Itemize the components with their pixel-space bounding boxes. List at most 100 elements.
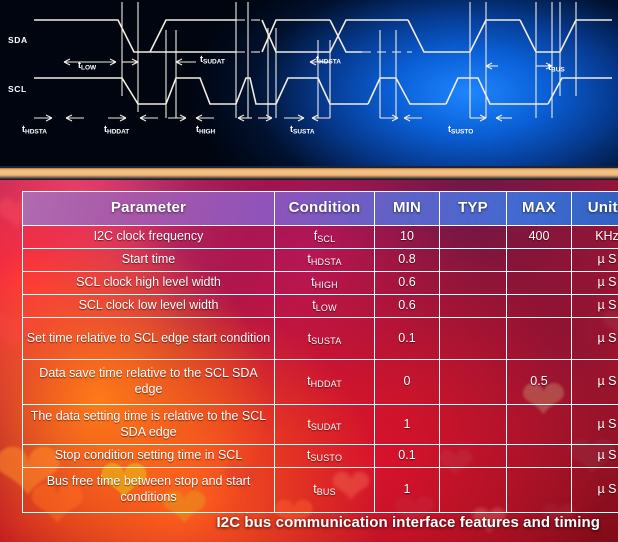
cell-parameter: SCL clock low level width — [22, 294, 275, 318]
table-row: Start time tHDSTA 0.8 µ S — [22, 248, 618, 272]
thdsta-label: tHDSTA — [22, 124, 47, 136]
condition-subscript: SUDAT — [310, 421, 342, 432]
cell-condition: tSUDAT — [274, 404, 375, 445]
cell-typ — [439, 444, 507, 468]
header-max: MAX — [506, 191, 572, 226]
cell-parameter: Stop condition setting time in SCL — [22, 444, 275, 468]
spec-table-container: Parameter Condition MIN TYP MAX Units I2… — [22, 191, 618, 513]
condition-subscript: SUSTO — [310, 453, 343, 464]
table-row: Set time relative to SCL edge start cond… — [22, 317, 618, 360]
table-row: SCL clock low level width tLOW 0.6 µ S — [22, 294, 618, 318]
cell-min: 0.8 — [374, 248, 440, 272]
slide-root: ❤ ❤ ❤ ❤ ❤ ❤ ❤ ❤ ❤ ❤ ❤ ❤ ❤ ❤ ❤ ❤ — [0, 0, 618, 542]
cell-min: 1 — [374, 467, 440, 513]
cell-max — [506, 404, 572, 445]
sda-signal-label: SDA — [8, 35, 28, 45]
cell-units: µ S — [571, 248, 618, 272]
tsusta-label: tSUSTA — [290, 124, 315, 136]
cell-min: 1 — [374, 404, 440, 445]
cell-typ — [439, 359, 507, 405]
header-row: Parameter Condition MIN TYP MAX Units — [22, 191, 618, 226]
orange-divider-band — [0, 166, 618, 180]
condition-subscript: BUS — [316, 487, 336, 498]
header-units: Units — [571, 191, 618, 226]
cell-min: 0.1 — [374, 444, 440, 468]
scl-signal-label: SCL — [8, 84, 27, 94]
table-row: Bus free time between stop and start con… — [22, 467, 618, 513]
cell-typ — [439, 294, 507, 318]
cell-typ — [439, 225, 507, 249]
tbus-label: tBUS — [548, 62, 565, 74]
cell-condition: tLOW — [274, 294, 375, 318]
cell-condition: tSUSTO — [274, 444, 375, 468]
cell-condition: tHDSTA — [274, 248, 375, 272]
cell-typ — [439, 467, 507, 513]
cell-parameter: I2C clock frequency — [22, 225, 275, 249]
cell-typ — [439, 317, 507, 360]
thdsta-top-label: tHDSTA — [316, 54, 341, 66]
cell-min: 0.6 — [374, 294, 440, 318]
condition-subscript: HDDAT — [310, 379, 342, 390]
i2c-timing-diagram: SDA SCL tLOW tSUDAT tHDSTA tBUS tHDSTA t… — [0, 0, 618, 166]
table-row: Data save time relative to the SCL SDA e… — [22, 359, 618, 405]
thddat-label: tHDDAT — [104, 124, 129, 136]
cell-parameter: Data save time relative to the SCL SDA e… — [22, 359, 275, 405]
condition-subscript: LOW — [315, 303, 337, 314]
condition-subscript: HIGH — [314, 280, 338, 291]
cell-typ — [439, 404, 507, 445]
cell-typ — [439, 248, 507, 272]
cell-units: µ S — [571, 404, 618, 445]
cell-max: 400 — [506, 225, 572, 249]
cell-units: µ S — [571, 444, 618, 468]
table-row: Stop condition setting time in SCL tSUSTO… — [22, 444, 618, 468]
cell-condition: tSUSTA — [274, 317, 375, 360]
timing-labels: tLOW tSUDAT tHDSTA tBUS tHDSTA tHDDAT tH… — [22, 54, 565, 136]
cell-min: 0.1 — [374, 317, 440, 360]
table-row: I2C clock frequency fSCL 10 400 KHz — [22, 225, 618, 249]
condition-subscript: SCL — [317, 234, 336, 245]
i2c-spec-table: Parameter Condition MIN TYP MAX Units I2… — [22, 191, 618, 513]
condition-subscript: HDSTA — [310, 257, 342, 268]
scl-waveform — [34, 77, 612, 105]
cell-parameter: SCL clock high level width — [22, 271, 275, 295]
timing-waveform-svg: SDA SCL tLOW tSUDAT tHDSTA tBUS tHDSTA t… — [8, 2, 612, 136]
cell-max — [506, 271, 572, 295]
cell-condition: tHDDAT — [274, 359, 375, 405]
cell-units: µ S — [571, 294, 618, 318]
cell-units: µ S — [571, 271, 618, 295]
cell-parameter: Start time — [22, 248, 275, 272]
table-row: The data setting time is relative to the… — [22, 404, 618, 445]
cell-units: µ S — [571, 317, 618, 360]
cell-units: µ S — [571, 359, 618, 405]
table-row: SCL clock high level width tHIGH 0.6 µ S — [22, 271, 618, 295]
cell-parameter: Set time relative to SCL edge start cond… — [22, 317, 275, 360]
cell-parameter: Bus free time between stop and start con… — [22, 467, 275, 513]
sda-waveform — [34, 19, 612, 53]
slide-caption: I2C bus communication interface features… — [216, 514, 600, 531]
cell-condition: fSCL — [274, 225, 375, 249]
table-body: I2C clock frequency fSCL 10 400 KHz Start tim… — [22, 225, 618, 513]
header-typ: TYP — [439, 191, 507, 226]
cell-max: 0.5 — [506, 359, 572, 405]
cell-parameter: The data setting time is relative to the… — [22, 404, 275, 445]
header-min: MIN — [374, 191, 440, 226]
cell-min: 0 — [374, 359, 440, 405]
cell-max — [506, 444, 572, 468]
cell-units: KHz — [571, 225, 618, 249]
cell-typ — [439, 271, 507, 295]
cell-condition: tBUS — [274, 467, 375, 513]
cell-max — [506, 317, 572, 360]
condition-subscript: SUSTA — [311, 335, 342, 346]
cell-condition: tHIGH — [274, 271, 375, 295]
cell-units: µ S — [571, 467, 618, 513]
cell-min: 0.6 — [374, 271, 440, 295]
tsusto-label: tSUSTO — [448, 124, 473, 136]
cell-max — [506, 467, 572, 513]
header-condition: Condition — [274, 191, 375, 226]
table-header: Parameter Condition MIN TYP MAX Units — [22, 191, 618, 226]
thigh-label: tHIGH — [196, 124, 216, 136]
header-parameter: Parameter — [22, 191, 275, 226]
dimension-arrows — [34, 58, 553, 122]
cell-min: 10 — [374, 225, 440, 249]
tsudat-label: tSUDAT — [200, 54, 225, 66]
